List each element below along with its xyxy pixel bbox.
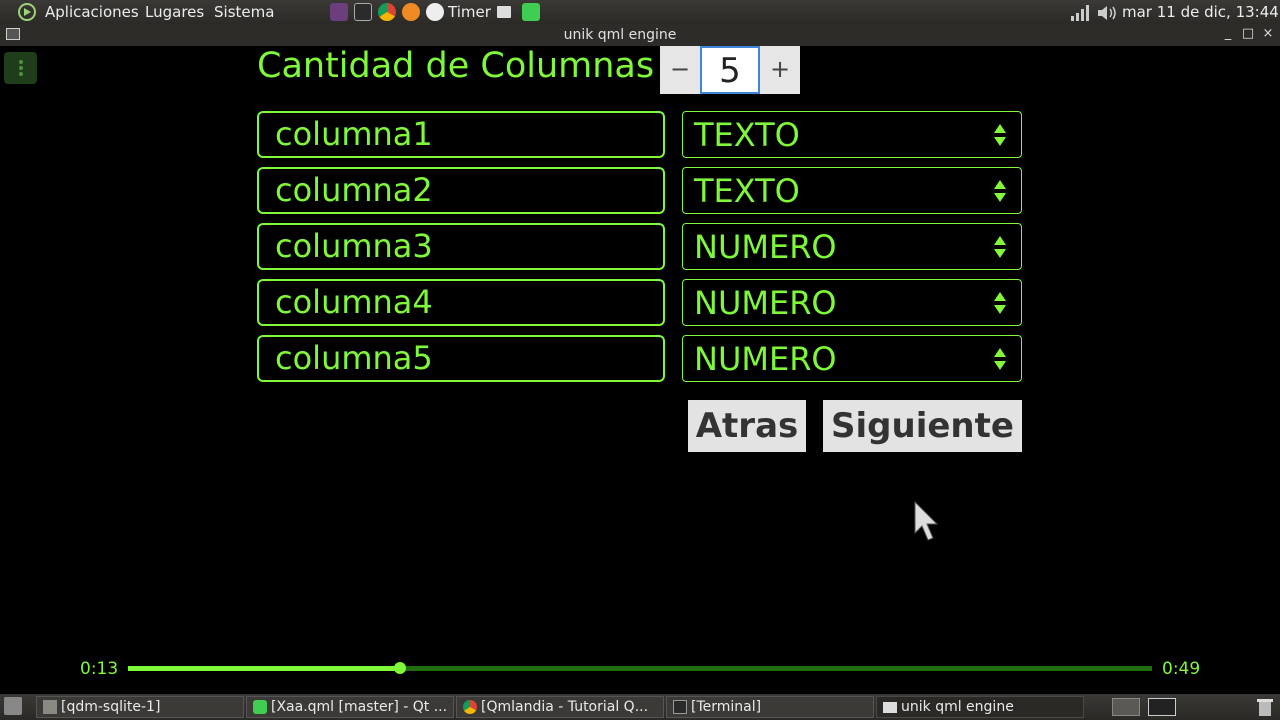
menu-lugares[interactable]: Lugares	[145, 3, 204, 21]
up-down-arrows-icon	[994, 124, 1006, 146]
qt-launcher-icon[interactable]	[522, 3, 540, 21]
task-label: [Qmlandia - Tutorial Q...	[481, 699, 649, 715]
elapsed-time: 0:13	[80, 659, 119, 679]
column-row: columna3 NUMERO	[257, 223, 1022, 270]
menu-aplicaciones[interactable]: Aplicaciones	[45, 3, 139, 21]
next-button[interactable]: Siguiente	[823, 400, 1022, 452]
window-icon	[883, 702, 897, 713]
column-type-select[interactable]: TEXTO	[682, 111, 1022, 158]
maximize-icon[interactable]: □	[1240, 26, 1256, 42]
distro-logo-icon[interactable]	[17, 3, 37, 21]
increment-button[interactable]: +	[760, 46, 800, 94]
progress-slider[interactable]	[128, 662, 1152, 674]
progress-fill	[128, 666, 400, 671]
folder-icon	[43, 700, 57, 714]
column-type-select[interactable]: NUMERO	[682, 279, 1022, 326]
app-canvas: Cantidad de Columnas − 5 + columna1 TEXT…	[0, 46, 1280, 694]
progress-handle[interactable]	[393, 662, 406, 674]
show-desktop-icon[interactable]	[4, 697, 22, 715]
clock-launcher-icon[interactable]	[426, 3, 444, 21]
back-button[interactable]: Atras	[688, 400, 806, 452]
clock[interactable]: mar 11 de dic, 13:44	[1122, 3, 1279, 21]
column-name-text: columna4	[275, 283, 433, 321]
column-name-text: columna2	[275, 171, 433, 209]
total-time: 0:49	[1162, 659, 1201, 679]
media-launcher-icon[interactable]	[330, 3, 348, 21]
close-icon[interactable]: ×	[1260, 26, 1276, 42]
column-type-select[interactable]: TEXTO	[682, 167, 1022, 214]
taskbar: [qdm-sqlite-1] [Xaa.qml [master] - Qt ..…	[0, 694, 1280, 720]
task-label: [Xaa.qml [master] - Qt ...	[271, 699, 448, 715]
chrome-icon	[463, 700, 477, 714]
column-type-value: NUMERO	[694, 340, 837, 378]
terminal-icon	[673, 700, 687, 714]
column-name-input[interactable]: columna4	[257, 279, 665, 326]
column-name-text: columna5	[275, 339, 433, 377]
menu-dot	[19, 72, 23, 76]
decrement-button[interactable]: −	[660, 46, 700, 94]
column-type-value: NUMERO	[694, 284, 837, 322]
columns-count-label: Cantidad de Columnas	[257, 46, 655, 86]
task-button[interactable]: [Qmlandia - Tutorial Q...	[456, 696, 664, 718]
window-titlebar[interactable]: unik qml engine _ □ ×	[0, 24, 1280, 46]
column-type-select[interactable]: NUMERO	[682, 335, 1022, 382]
volume-icon[interactable]	[1096, 4, 1118, 22]
task-label: unik qml engine	[901, 699, 1014, 715]
menu-button[interactable]	[4, 52, 37, 84]
task-button[interactable]: [Terminal]	[666, 696, 874, 718]
firefox-launcher-icon[interactable]	[402, 3, 420, 21]
up-down-arrows-icon	[994, 180, 1006, 202]
up-down-arrows-icon	[994, 348, 1006, 370]
columns-count-input[interactable]: 5	[700, 46, 760, 94]
mouse-pointer-icon	[914, 501, 939, 541]
menu-sistema[interactable]: Sistema	[214, 3, 274, 21]
network-signal-icon[interactable]	[1070, 5, 1090, 21]
workspace-2[interactable]	[1148, 698, 1176, 716]
up-down-arrows-icon	[994, 236, 1006, 258]
window-title: unik qml engine	[563, 27, 677, 43]
qt-creator-icon	[253, 700, 267, 714]
task-button[interactable]: [qdm-sqlite-1]	[36, 696, 244, 718]
column-name-input[interactable]: columna2	[257, 167, 665, 214]
column-name-input[interactable]: columna3	[257, 223, 665, 270]
timer-label[interactable]: Timer	[448, 3, 491, 21]
minimize-icon[interactable]: _	[1220, 26, 1236, 42]
column-type-select[interactable]: NUMERO	[682, 223, 1022, 270]
column-row: columna1 TEXTO	[257, 111, 1022, 158]
task-label: [qdm-sqlite-1]	[61, 699, 161, 715]
task-button[interactable]: [Xaa.qml [master] - Qt ...	[246, 696, 454, 718]
column-name-text: columna1	[275, 115, 433, 153]
top-panel: Aplicaciones Lugares Sistema Timer mar 1…	[0, 0, 1280, 24]
task-label: [Terminal]	[691, 699, 762, 715]
menu-dot	[19, 66, 23, 70]
menu-dot	[19, 60, 23, 64]
column-type-value: TEXTO	[694, 116, 800, 154]
window-launcher-icon[interactable]	[497, 6, 511, 18]
column-row: columna5 NUMERO	[257, 335, 1022, 382]
task-button[interactable]: unik qml engine	[876, 696, 1084, 718]
trash-icon[interactable]	[1256, 697, 1274, 717]
column-name-input[interactable]: columna5	[257, 335, 665, 382]
up-down-arrows-icon	[994, 292, 1006, 314]
column-type-value: NUMERO	[694, 228, 837, 266]
column-row: columna4 NUMERO	[257, 279, 1022, 326]
chrome-launcher-icon[interactable]	[378, 3, 396, 21]
column-row: columna2 TEXTO	[257, 167, 1022, 214]
column-type-value: TEXTO	[694, 172, 800, 210]
column-name-text: columna3	[275, 227, 433, 265]
columns-count-spinbox[interactable]: − 5 +	[660, 46, 800, 94]
workspace-1[interactable]	[1112, 698, 1140, 716]
terminal-launcher-icon[interactable]	[354, 3, 372, 21]
column-name-input[interactable]: columna1	[257, 111, 665, 158]
